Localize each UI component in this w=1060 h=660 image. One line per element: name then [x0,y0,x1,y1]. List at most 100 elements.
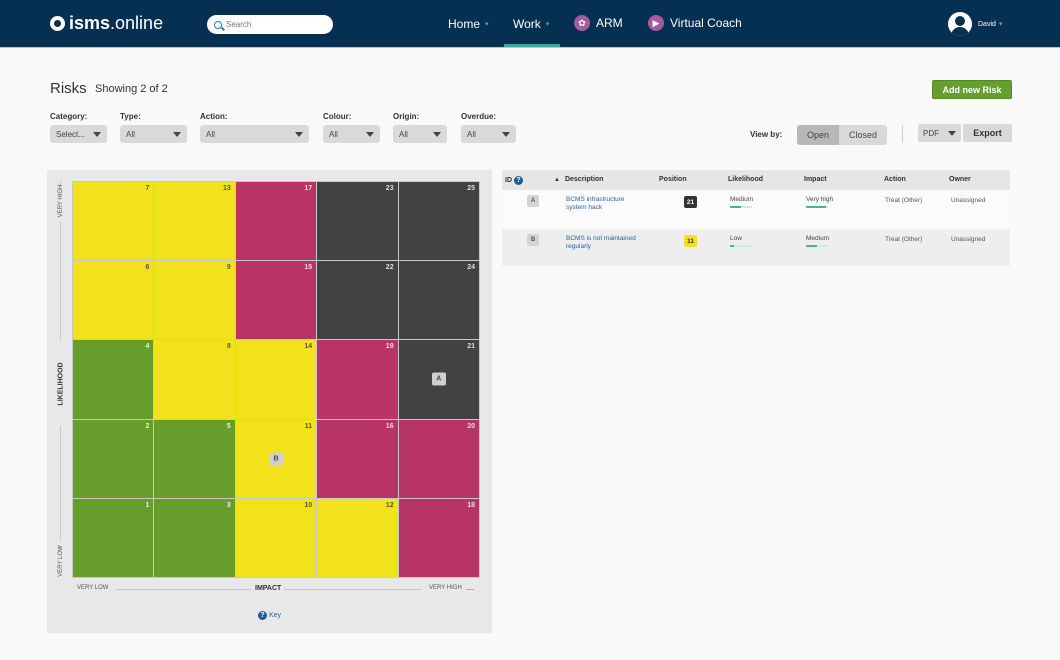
axis-low-label: VERY LOW [58,545,64,577]
select-value: All [467,129,476,139]
filter-type: Type: All [120,112,187,143]
column-impact[interactable]: Impact [804,176,827,183]
impact-cell: Very high [806,196,833,208]
matrix-cell[interactable]: 2 [73,419,154,498]
view-by-label: View by: [750,130,783,139]
cell-score: 16 [385,422,394,430]
divider [902,125,903,143]
origin-select[interactable]: All [393,125,447,143]
search-box[interactable] [207,15,333,34]
matrix-cell[interactable]: 12 [317,498,398,577]
impact-value: Medium [806,235,830,242]
result-count: Showing 2 of 2 [95,83,168,95]
category-select[interactable]: Select... [50,125,107,143]
axis-line [284,589,422,590]
cell-score: 4 [145,343,150,351]
matrix-cell[interactable]: 10 [235,498,317,577]
nav-work[interactable]: Work ▾ [513,17,549,31]
matrix-cell[interactable]: 21 A [398,340,479,419]
nav-arm[interactable]: ✿ ARM [574,15,623,31]
risk-description-link[interactable]: BCMS infrastructure system hack [566,196,646,212]
likelihood-axis: VERY HIGH LIKELIHOOD VERY LOW [56,181,66,578]
matrix-cell[interactable]: 14 [235,340,317,419]
cell-score: 19 [385,343,394,351]
search-input[interactable] [226,20,326,29]
matrix-cell[interactable]: 23 [317,182,398,261]
column-id-label: ID [505,177,512,184]
filter-colour: Colour: All [323,112,380,143]
risk-owner: Unassigned [951,236,986,243]
matrix-cell[interactable]: 18 [398,498,479,577]
column-owner[interactable]: Owner [949,176,971,183]
column-id[interactable]: ID ? [505,176,525,185]
user-menu[interactable]: David ▾ [948,12,1002,36]
matrix-cell[interactable]: 20 [398,419,479,498]
top-navigation-bar: isms.online Home ▾ Work ▾ ✿ ARM ▶ Virtua… [0,0,1060,48]
cell-score: 6 [145,264,150,272]
matrix-cell[interactable]: 8 [154,340,235,419]
add-new-risk-button[interactable]: Add new Risk [932,80,1012,99]
overdue-select[interactable]: All [461,125,516,143]
matrix-cell[interactable]: 1 [73,498,154,577]
key-link[interactable]: ? Key [258,611,281,620]
select-value: Select... [56,129,85,139]
matrix-cell[interactable]: 9 [154,261,235,340]
matrix-cell[interactable]: 22 [317,261,398,340]
impact-bar-fill [806,206,826,208]
arm-icon: ✿ [574,15,590,31]
risk-description-link[interactable]: BCMS is not maintained regularly [566,235,646,251]
likelihood-value: Medium [730,196,754,203]
cell-score: 15 [304,264,313,272]
dropdown-arrow-icon [502,131,510,137]
nav-virtual-coach[interactable]: ▶ Virtual Coach [648,15,742,31]
column-likelihood[interactable]: Likelihood [728,176,763,183]
risk-marker[interactable]: A [431,372,446,386]
action-select[interactable]: All [200,125,309,143]
dropdown-arrow-icon [295,131,303,137]
help-icon[interactable]: ? [514,176,523,185]
nav-home[interactable]: Home ▾ [448,17,489,31]
matrix-cell[interactable]: 16 [317,419,398,498]
export-button[interactable]: Export [963,124,1012,142]
risk-matrix-grid: 7 13 17 23 25 6 9 15 22 24 4 8 14 19 21 A 2 5 11 B 16 20 1 3 10 1… [72,181,480,578]
export-format-select[interactable]: PDF [918,124,961,142]
matrix-cell[interactable]: 13 [154,182,235,261]
column-action[interactable]: Action [884,176,906,183]
view-open-button[interactable]: Open [797,125,839,145]
likelihood-axis-title: LIKELIHOOD [57,362,65,406]
colour-select[interactable]: All [323,125,380,143]
type-select[interactable]: All [120,125,187,143]
help-icon: ? [258,611,267,620]
matrix-cell[interactable]: 15 [235,261,317,340]
logo[interactable]: isms .online [50,13,163,34]
cell-score: 17 [304,185,313,192]
risk-action: Treat (Other) [885,197,923,204]
axis-line [116,589,251,590]
nav-home-label: Home [448,17,481,31]
axis-line [60,221,61,341]
cell-score: 20 [467,422,475,430]
matrix-cell[interactable]: 19 [317,340,398,419]
matrix-cell[interactable]: 7 [73,182,154,261]
nav-virtual-coach-label: Virtual Coach [670,16,742,30]
matrix-cell[interactable]: 4 [73,340,154,419]
table-row[interactable]: B BCMS is not maintained regularly 11 Lo… [502,229,1010,266]
matrix-cell[interactable]: 11 B [235,419,317,498]
matrix-cell[interactable]: 6 [73,261,154,340]
cell-score: 14 [304,343,313,351]
likelihood-value: Low [730,235,742,242]
impact-cell: Medium [806,235,829,247]
cell-score: 22 [385,264,394,272]
matrix-cell[interactable]: 17 [235,182,317,261]
table-row[interactable]: A BCMS infrastructure system hack 21 Med… [502,190,1010,227]
column-position[interactable]: Position [659,176,687,183]
matrix-cell[interactable]: 24 [398,261,479,340]
matrix-cell[interactable]: 5 [154,419,235,498]
matrix-cell[interactable]: 3 [154,498,235,577]
logo-icon [50,16,65,31]
matrix-cell[interactable]: 25 [398,182,479,261]
column-description[interactable]: ▲ Description [554,176,603,183]
view-closed-button[interactable]: Closed [839,125,887,145]
cell-score: 1 [145,501,150,509]
risk-marker[interactable]: B [268,452,283,466]
